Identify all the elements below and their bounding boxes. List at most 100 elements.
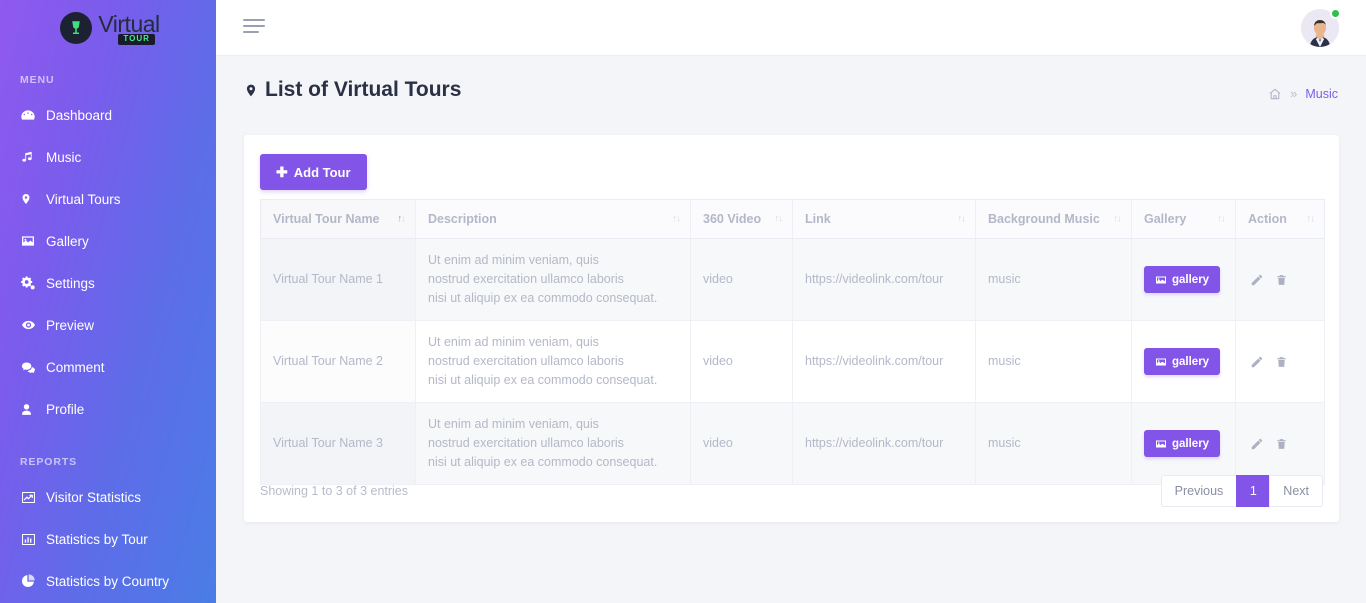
column-header-action[interactable]: Action ↑↓ <box>1235 199 1325 239</box>
comment-icon <box>20 360 46 375</box>
sidebar-item-label: Gallery <box>46 233 89 249</box>
sidebar-item-settings[interactable]: Settings <box>0 262 216 304</box>
sidebar-item-statistics-by-country[interactable]: Statistics by Country <box>0 560 216 602</box>
column-header-description[interactable]: Description ↑↓ <box>415 199 691 239</box>
breadcrumb: » Music <box>1268 86 1338 101</box>
column-label: Action <box>1248 212 1287 226</box>
breadcrumb-separator: » <box>1290 86 1298 101</box>
cell-gallery: gallery <box>1131 320 1236 403</box>
cell-description: Ut enim ad minim veniam, quis nostrud ex… <box>415 238 691 321</box>
sidebar-item-label: Settings <box>46 275 95 291</box>
brand-logo[interactable]: Virtual tour <box>0 0 216 56</box>
cell-gallery: gallery <box>1131 238 1236 321</box>
cell-gallery: gallery <box>1131 402 1236 485</box>
sidebar-item-preview[interactable]: Preview <box>0 304 216 346</box>
pencil-icon[interactable] <box>1248 435 1265 452</box>
column-label: Link <box>805 212 831 226</box>
pagination-previous[interactable]: Previous <box>1160 475 1238 507</box>
sort-icon[interactable]: ↑↓ <box>958 214 966 224</box>
column-header-background-music[interactable]: Background Music ↑↓ <box>975 199 1132 239</box>
gallery-button[interactable]: gallery <box>1144 430 1221 457</box>
description-line: nostrud exercitation ullamco laboris <box>428 436 624 450</box>
line-chart-icon <box>20 490 46 505</box>
sidebar-item-virtual-tours[interactable]: Virtual Tours <box>0 178 216 220</box>
hamburger-icon[interactable] <box>243 16 267 36</box>
gallery-button[interactable]: gallery <box>1144 348 1221 375</box>
hamburger-line <box>243 25 265 27</box>
sidebar-item-label: Dashboard <box>46 107 113 123</box>
cell-action <box>1235 320 1325 403</box>
entries-info: Showing 1 to 3 of 3 entries <box>260 484 409 498</box>
cell-link: https://videolink.com/tour <box>792 320 976 403</box>
sort-icon[interactable]: ↑↓ <box>1114 214 1122 224</box>
sidebar: Virtual tour MENU Dashboard Music Virtua… <box>0 0 216 603</box>
table-header-row: Virtual Tour Name ↑↓ Description ↑↓ 360 … <box>260 199 1325 239</box>
cell-description: Ut enim ad minim veniam, quis nostrud ex… <box>415 402 691 485</box>
column-header-gallery[interactable]: Gallery ↑↓ <box>1131 199 1236 239</box>
status-badge <box>1330 8 1341 19</box>
wine-glass-icon <box>60 12 93 44</box>
image-icon <box>20 233 46 249</box>
pagination-next[interactable]: Next <box>1269 475 1323 507</box>
sidebar-item-label: Profile <box>46 401 85 417</box>
music-note-icon <box>20 149 46 165</box>
sidebar-item-music[interactable]: Music <box>0 136 216 178</box>
gallery-button[interactable]: gallery <box>1144 266 1221 293</box>
eye-icon <box>20 318 46 332</box>
column-label: 360 Video <box>703 212 762 226</box>
sidebar-item-comment[interactable]: Comment <box>0 346 216 388</box>
dashboard-icon <box>20 107 46 123</box>
cell-action <box>1235 402 1325 485</box>
sidebar-item-label: Music <box>46 149 82 165</box>
column-header-link[interactable]: Link ↑↓ <box>792 199 976 239</box>
sort-icon[interactable]: ↑↓ <box>775 214 783 224</box>
pie-chart-icon <box>20 573 46 589</box>
table-row: Virtual Tour Name 3 Ut enim ad minim ven… <box>260 402 1325 485</box>
plus-icon: ✚ <box>276 164 288 180</box>
sidebar-section-menu: MENU <box>20 74 55 86</box>
sidebar-item-dashboard[interactable]: Dashboard <box>0 94 216 136</box>
sidebar-item-statistics-by-tour[interactable]: Statistics by Tour <box>0 518 216 560</box>
home-icon[interactable] <box>1268 87 1282 101</box>
description-line: nisi ut aliquip ex ea commodo consequat. <box>428 373 658 387</box>
table-body: Virtual Tour Name 1 Ut enim ad minim ven… <box>260 238 1325 485</box>
sort-icon[interactable]: ↑↓ <box>1307 214 1315 224</box>
cell-360-video: video <box>690 402 793 485</box>
sidebar-item-label: Statistics by Country <box>46 573 170 589</box>
trash-icon[interactable] <box>1273 271 1290 288</box>
add-tour-label: Add Tour <box>293 164 351 180</box>
breadcrumb-item-music[interactable]: Music <box>1305 87 1338 101</box>
virtual-tours-table: Virtual Tour Name ↑↓ Description ↑↓ 360 … <box>260 199 1325 485</box>
table-row: Virtual Tour Name 2 Ut enim ad minim ven… <box>260 320 1325 403</box>
cell-background-music: music <box>975 238 1132 321</box>
avatar[interactable] <box>1301 8 1341 47</box>
pencil-icon[interactable] <box>1248 353 1265 370</box>
hamburger-line <box>243 31 259 33</box>
column-label: Gallery <box>1144 212 1187 226</box>
cell-background-music: music <box>975 402 1132 485</box>
trash-icon[interactable] <box>1273 435 1290 452</box>
topbar <box>216 0 1366 56</box>
sort-icon[interactable]: ↑↓ <box>398 214 406 224</box>
sidebar-item-visitor-statistics[interactable]: Visitor Statistics <box>0 476 216 518</box>
trash-icon[interactable] <box>1273 353 1290 370</box>
table-header: Virtual Tour Name ↑↓ Description ↑↓ 360 … <box>260 199 1325 239</box>
page-title: List of Virtual Tours <box>244 78 461 102</box>
user-icon <box>20 402 46 417</box>
column-label: Background Music <box>988 212 1100 226</box>
sidebar-item-profile[interactable]: Profile <box>0 388 216 430</box>
pencil-icon[interactable] <box>1248 271 1265 288</box>
sidebar-item-gallery[interactable]: Gallery <box>0 220 216 262</box>
add-tour-button[interactable]: ✚ Add Tour <box>260 154 367 190</box>
description-line: nostrud exercitation ullamco laboris <box>428 354 624 368</box>
cell-background-music: music <box>975 320 1132 403</box>
table-footer: Showing 1 to 3 of 3 entries Previous 1 N… <box>260 475 1323 507</box>
sort-icon[interactable]: ↑↓ <box>1218 214 1226 224</box>
sort-icon[interactable]: ↑↓ <box>673 214 681 224</box>
pagination-page-1[interactable]: 1 <box>1236 475 1271 507</box>
virtual-tours-card: ✚ Add Tour Virtual Tour Name ↑↓ Descript… <box>244 135 1339 522</box>
column-header-360-video[interactable]: 360 Video ↑↓ <box>690 199 793 239</box>
column-header-virtual-tour-name[interactable]: Virtual Tour Name ↑↓ <box>260 199 416 239</box>
description-line: Ut enim ad minim veniam, quis <box>428 335 599 349</box>
map-pin-icon <box>244 81 258 100</box>
